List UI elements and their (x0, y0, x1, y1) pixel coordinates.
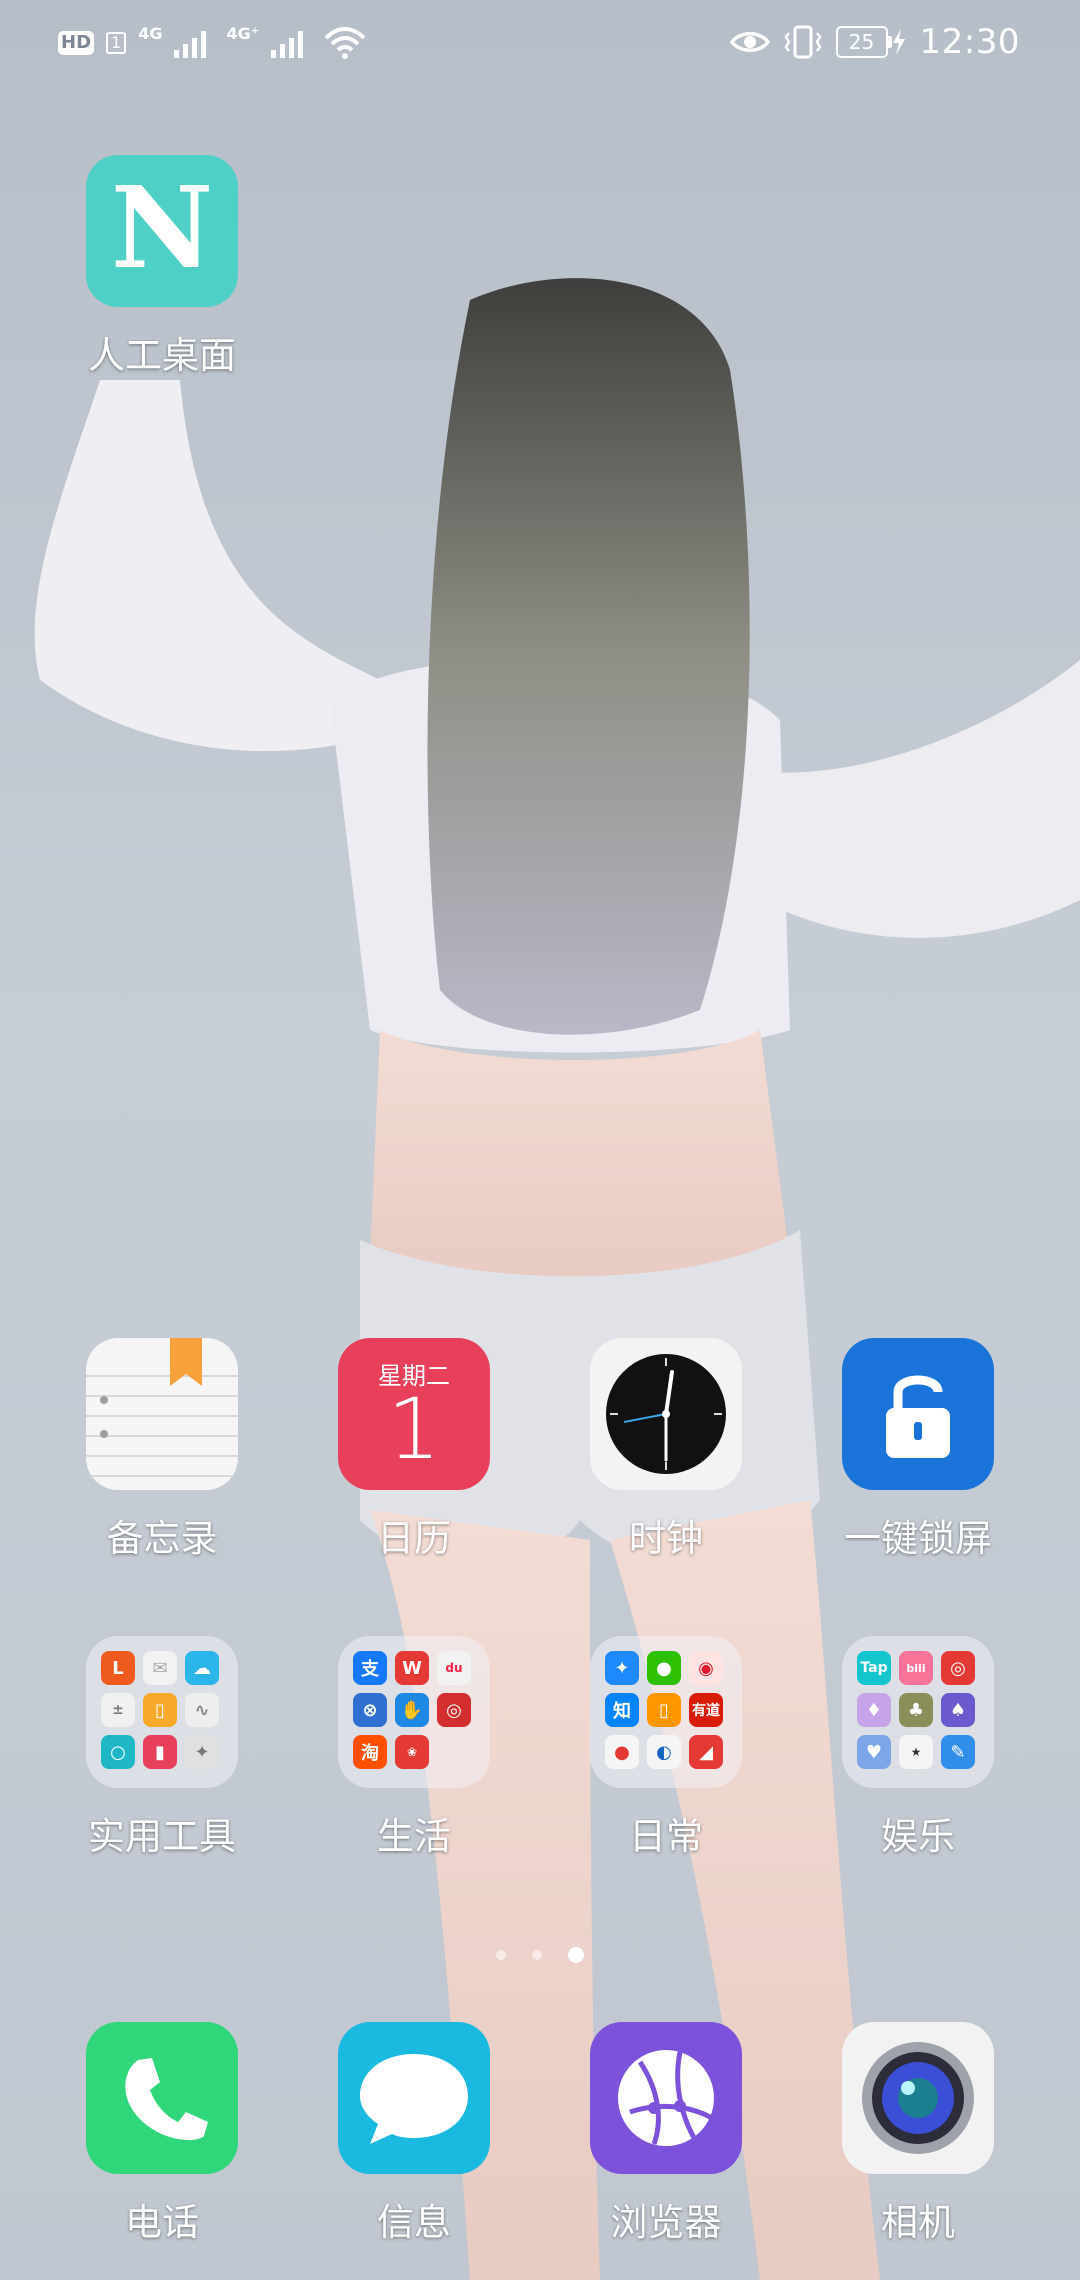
app-label: 备忘录 (106, 1517, 218, 1560)
hand-icon: ✋ (395, 1693, 429, 1727)
recorder-icon: ∿ (185, 1693, 219, 1727)
status-time: 12:30 (919, 22, 1020, 62)
hd-voice-badge: HD (58, 31, 95, 55)
shopping-icon: ❀ (395, 1735, 429, 1769)
app-label: 日常 (629, 1815, 703, 1858)
compass-app-icon: ○ (101, 1735, 135, 1769)
game5-icon: ★ (899, 1735, 933, 1769)
folder-icon: 支 W du ⊗ ✋ ◎ 淘 ❀ (338, 1636, 490, 1788)
app-label: 生活 (377, 1815, 451, 1858)
music-icon: ◎ (941, 1651, 975, 1685)
padlock-icon (842, 1338, 994, 1490)
app-screen-lock[interactable]: 一键锁屏 (818, 1338, 1018, 1562)
page-indicator[interactable] (0, 1947, 1080, 1963)
folder-entertainment[interactable]: Tap bili ◎ ♦ ♣ ♠ ♥ ★ ✎ 娱乐 (818, 1636, 1018, 1860)
sim-badge: 1 (106, 32, 127, 54)
app-clock[interactable]: 时钟 (566, 1338, 766, 1562)
app-label: 信息 (377, 2201, 451, 2244)
flashlight-icon: ▮ (143, 1735, 177, 1769)
tomato-icon: ● (605, 1735, 639, 1769)
game1-icon: ♦ (857, 1693, 891, 1727)
calendar-icon: 星期二 1 (338, 1338, 490, 1490)
folder-icon: ✦ ● ◉ 知 ▯ 有道 ● ◐ ◢ (590, 1636, 742, 1788)
railway-icon: ⊗ (353, 1693, 387, 1727)
calculator-icon: ± (101, 1693, 135, 1727)
app-label: 一键锁屏 (844, 1517, 992, 1560)
battery-level: 25 (835, 26, 888, 58)
game4-icon: ♥ (857, 1735, 891, 1769)
calendar-day: 1 (387, 1380, 441, 1478)
app-memo[interactable]: 备忘录 (62, 1338, 262, 1562)
network-type-2: 4G⁺ (226, 23, 260, 43)
battery-indicator: 25 (835, 26, 906, 58)
phone-icon (86, 2022, 238, 2174)
network-type-1: 4G (138, 23, 163, 43)
page-dot[interactable] (496, 1950, 506, 1960)
taobao-icon: 淘 (353, 1735, 387, 1769)
reader-icon: ▯ (647, 1693, 681, 1727)
vibrate-icon (784, 25, 822, 59)
message-icon (338, 2022, 490, 2174)
home-screen: HD 1 4G 4G⁺ 25 12:30 N 人工桌面 备忘录 星期二 1 日历… (0, 0, 1080, 2280)
files-icon: ▯ (143, 1693, 177, 1727)
wps-icon: W (395, 1651, 429, 1685)
taptap-icon: Tap (857, 1651, 891, 1685)
zhihu-icon: 知 (605, 1693, 639, 1727)
compass-icon: ✦ (185, 1735, 219, 1769)
office-icon: L (101, 1651, 135, 1685)
app-phone[interactable]: 电话 (62, 2022, 262, 2246)
folder-life[interactable]: 支 W du ⊗ ✋ ◎ 淘 ❀ 生活 (314, 1636, 514, 1860)
map-icon: du (437, 1651, 471, 1685)
wechat-icon: ● (647, 1651, 681, 1685)
app-label: 实用工具 (88, 1815, 236, 1858)
game3-icon: ♠ (941, 1693, 975, 1727)
clock-icon (590, 1338, 742, 1490)
app-messages[interactable]: 信息 (314, 2022, 514, 2246)
mail-icon: ✉ (143, 1651, 177, 1685)
folder-icon: Tap bili ◎ ♦ ♣ ♠ ♥ ★ ✎ (842, 1636, 994, 1788)
page-dot[interactable] (532, 1950, 542, 1960)
page-dot-active[interactable] (568, 1947, 584, 1963)
folder-daily[interactable]: ✦ ● ◉ 知 ▯ 有道 ● ◐ ◢ 日常 (566, 1636, 766, 1860)
qq-icon: ✦ (605, 1651, 639, 1685)
feather-icon: ✎ (941, 1735, 975, 1769)
app-browser[interactable]: 浏览器 (566, 2022, 766, 2246)
camera-icon (842, 2022, 994, 2174)
status-right: 25 12:30 (729, 22, 1020, 62)
fish-icon: ◐ (647, 1735, 681, 1769)
signal-strength-icon (271, 31, 304, 58)
app-label: 浏览器 (610, 2201, 722, 2244)
status-left: HD 1 4G 4G⁺ (58, 23, 367, 60)
app-ai-desktop[interactable]: N 人工桌面 (62, 155, 262, 379)
game2-icon: ♣ (899, 1693, 933, 1727)
app-camera[interactable]: 相机 (818, 2022, 1018, 2246)
signal-strength-icon (174, 31, 207, 58)
ai-desktop-letter: N (110, 163, 214, 294)
app-label: 娱乐 (881, 1815, 955, 1858)
status-bar: HD 1 4G 4G⁺ 25 12:30 (0, 0, 1080, 90)
app-label: 日历 (377, 1517, 451, 1560)
bilibili-icon: bili (899, 1651, 933, 1685)
app-label: 时钟 (629, 1517, 703, 1560)
news-icon: ◢ (689, 1735, 723, 1769)
bank-icon: ◎ (437, 1693, 471, 1727)
weather-icon: ☁ (185, 1651, 219, 1685)
alipay-icon: 支 (353, 1651, 387, 1685)
browser-icon (590, 2022, 742, 2174)
weibo-icon: ◉ (689, 1651, 723, 1685)
app-calendar[interactable]: 星期二 1 日历 (314, 1338, 514, 1562)
app-label: 人工桌面 (88, 334, 236, 377)
folder-utilities[interactable]: L ✉ ☁ ± ▯ ∿ ○ ▮ ✦ 实用工具 (62, 1636, 262, 1860)
app-label: 相机 (881, 2201, 955, 2244)
ai-desktop-icon: N (86, 155, 238, 307)
folder-icon: L ✉ ☁ ± ▯ ∿ ○ ▮ ✦ (86, 1636, 238, 1788)
eye-comfort-icon (729, 32, 770, 52)
charging-icon (892, 29, 905, 55)
app-label: 电话 (125, 2201, 199, 2244)
youdao-icon: 有道 (689, 1693, 723, 1727)
notepad-icon (86, 1338, 238, 1490)
wifi-icon (324, 27, 366, 59)
